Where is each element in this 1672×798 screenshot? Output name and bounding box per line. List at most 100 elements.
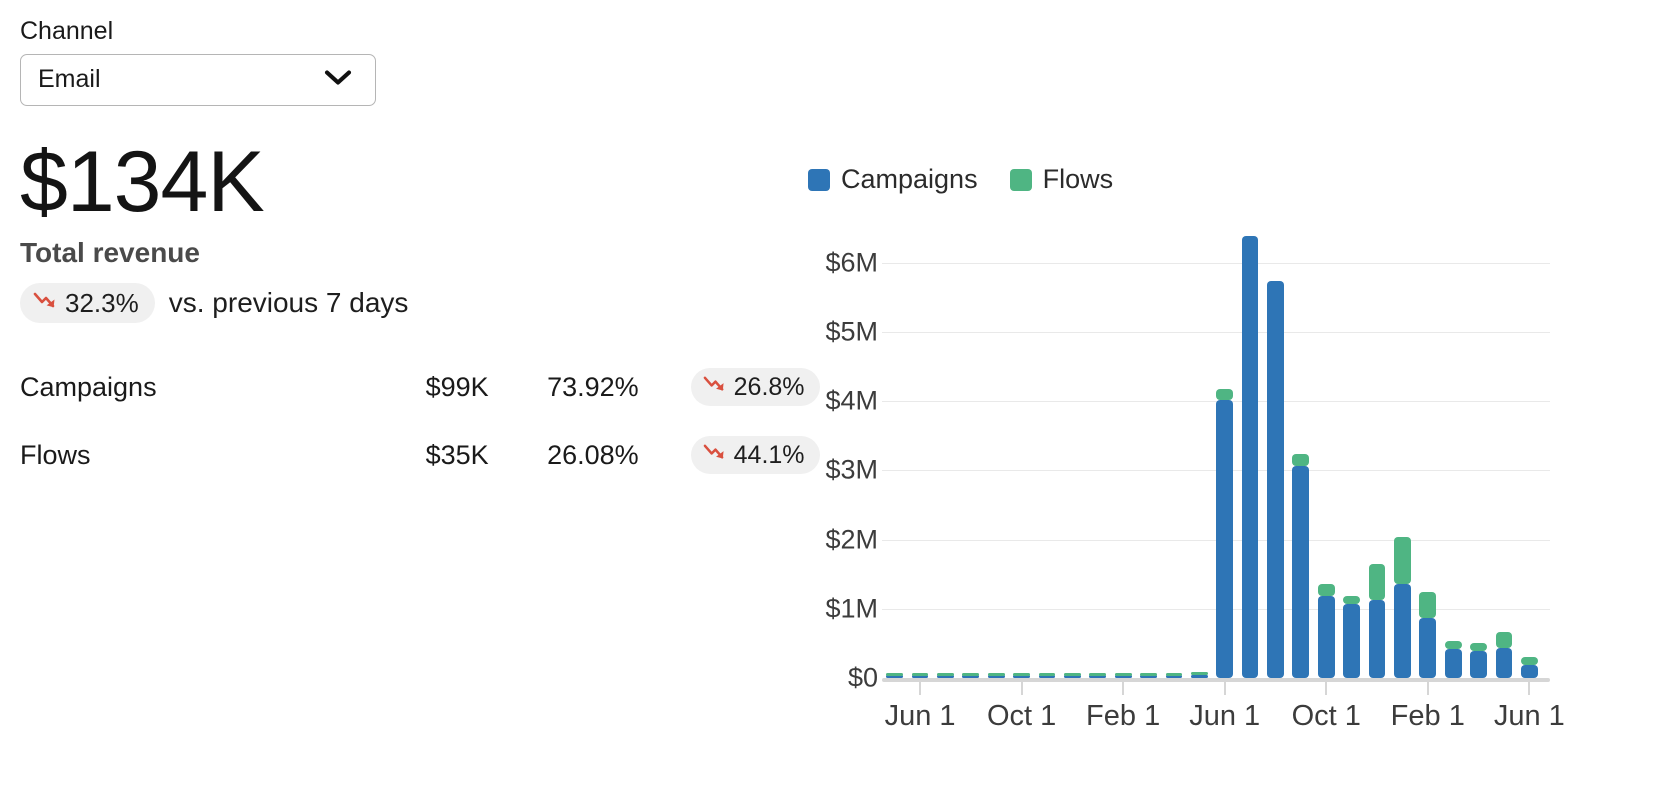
chart-bar[interactable]: [1369, 564, 1386, 678]
legend-item-flows[interactable]: Flows: [1010, 164, 1114, 195]
channel-select-value: Email: [21, 65, 101, 94]
chart-bar-segment-flows: [962, 673, 979, 676]
total-revenue-delta: 32.3%: [65, 288, 139, 319]
chart-bar-segment-flows: [1292, 454, 1309, 466]
x-axis-tick-label: Feb 1: [1086, 700, 1160, 733]
legend-item-campaigns[interactable]: Campaigns: [808, 164, 978, 195]
chart-bar-segment-flows: [1216, 389, 1233, 400]
chart-bar[interactable]: [1343, 596, 1360, 678]
chart-bars: [882, 228, 1542, 678]
x-axis-tick-mark: [1224, 682, 1226, 695]
breakdown-amount: $99K: [386, 372, 489, 403]
breakdown-delta: 26.8%: [734, 373, 805, 402]
total-revenue-label: Total revenue: [20, 237, 820, 269]
x-axis-tick-mark: [919, 682, 921, 695]
y-axis-tick-label: $2M: [825, 524, 878, 555]
chart-bar-segment-flows: [1521, 657, 1538, 665]
breakdown-amount: $35K: [386, 440, 489, 471]
chart-bar[interactable]: [1292, 454, 1309, 678]
chart-bar-segment-campaigns: [1369, 600, 1386, 678]
chart-bar[interactable]: [1216, 389, 1233, 678]
chart-bar-segment-flows: [1140, 673, 1157, 676]
chart-bar[interactable]: [1470, 643, 1487, 678]
chart-bar-segment-campaigns: [1496, 648, 1513, 678]
x-axis-tick-mark: [1325, 682, 1327, 695]
y-axis: $6M$5M$4M$3M$2M$1M$0: [800, 228, 878, 678]
table-row: Flows $35K 26.08% 44.1%: [20, 421, 820, 489]
trend-down-arrow-icon: [702, 441, 727, 469]
channel-select[interactable]: Email: [20, 54, 376, 106]
chart-bar-segment-flows: [1089, 673, 1106, 676]
chart-bar[interactable]: [1419, 592, 1436, 678]
chart-bar-segment-flows: [988, 673, 1005, 676]
status-badge: 32.3%: [20, 283, 155, 323]
chevron-down-icon: [323, 67, 353, 92]
breakdown-delta-cell: 44.1%: [639, 436, 820, 474]
chart-bar-segment-flows: [1064, 673, 1081, 676]
x-axis-tick-label: Jun 1: [1494, 700, 1565, 733]
legend-label-campaigns: Campaigns: [841, 164, 978, 195]
summary-panel: Channel Email $134K Total revenue 32.3%: [20, 18, 820, 488]
chart-bar-segment-campaigns: [1445, 649, 1462, 678]
x-axis-ticks: [882, 682, 1542, 696]
x-axis-tick-label: Feb 1: [1391, 700, 1465, 733]
chart-bar-segment-campaigns: [1419, 618, 1436, 678]
breakdown-name: Flows: [20, 440, 386, 471]
chart-bar-segment-flows: [1166, 673, 1183, 676]
chart-bar-segment-flows: [1039, 673, 1056, 676]
total-revenue-value: $134K: [20, 142, 820, 224]
chart-bar-segment-flows: [1419, 592, 1436, 618]
y-axis-tick-label: $6M: [825, 247, 878, 278]
chart-bar[interactable]: [1318, 584, 1335, 678]
chart-bar-segment-campaigns: [1216, 400, 1233, 678]
x-axis-tick-label: Jun 1: [885, 700, 956, 733]
breakdown-table: Campaigns $99K 73.92% 26.8%: [20, 353, 820, 489]
chart-bar-segment-flows: [1115, 673, 1132, 676]
chart-bar-segment-flows: [1445, 641, 1462, 649]
revenue-dashboard-panel: Channel Email $134K Total revenue 32.3%: [0, 0, 1672, 798]
y-axis-tick-label: $0: [848, 663, 878, 694]
chart-bar-segment-flows: [1191, 672, 1208, 675]
y-axis-tick-label: $3M: [825, 455, 878, 486]
chart-bar[interactable]: [1496, 632, 1513, 678]
x-axis-tick-mark: [1021, 682, 1023, 695]
chart-bar[interactable]: [1445, 641, 1462, 678]
breakdown-share: 26.08%: [489, 440, 639, 471]
chart-bar-segment-flows: [1013, 673, 1030, 676]
chart-legend: Campaigns Flows: [808, 164, 1113, 195]
chart-bar-segment-campaigns: [1470, 651, 1487, 678]
chart-bar[interactable]: [1267, 281, 1284, 678]
breakdown-delta-cell: 26.8%: [639, 368, 820, 406]
chart-bar-segment-flows: [912, 673, 929, 676]
chart-bar[interactable]: [1394, 537, 1411, 678]
chart-bar-segment-flows: [1318, 584, 1335, 596]
legend-swatch-flows: [1010, 169, 1032, 191]
chart-bar-segment-flows: [1470, 643, 1487, 651]
y-axis-tick-label: $5M: [825, 316, 878, 347]
revenue-chart: Campaigns Flows $6M $5M $4M $3M $2M $1M $0 Jun…: [800, 150, 1650, 760]
chart-bar[interactable]: [1521, 657, 1538, 678]
x-axis-tick-mark: [1122, 682, 1124, 695]
breakdown-share: 73.92%: [489, 372, 639, 403]
trend-down-arrow-icon: [702, 373, 727, 401]
chart-bar-segment-campaigns: [1267, 281, 1284, 678]
x-axis-tick-label: Jun 1: [1189, 700, 1260, 733]
chart-bar-segment-flows: [1369, 564, 1386, 600]
chart-bar-segment-flows: [1496, 632, 1513, 649]
chart-bar-segment-flows: [1394, 537, 1411, 584]
chart-bar-segment-campaigns: [1394, 584, 1411, 678]
chart-bar-segment-flows: [1343, 596, 1360, 604]
y-axis-tick-label: $4M: [825, 386, 878, 417]
legend-label-flows: Flows: [1043, 164, 1114, 195]
comparison-label: vs. previous 7 days: [169, 287, 409, 319]
channel-filter-label: Channel: [20, 18, 820, 46]
y-axis-tick-label: $1M: [825, 593, 878, 624]
x-axis-tick-mark: [1528, 682, 1530, 695]
breakdown-delta: 44.1%: [734, 441, 805, 470]
chart-bar[interactable]: [1242, 236, 1259, 678]
chart-plot-area: $6M$5M$4M$3M$2M$1M$0 Jun 1Oct 1Feb 1Jun …: [800, 228, 1650, 748]
chart-bar-segment-campaigns: [1318, 596, 1335, 678]
chart-bar-segment-campaigns: [1292, 466, 1309, 678]
total-revenue-delta-row: 32.3% vs. previous 7 days: [20, 283, 820, 323]
trend-down-arrow-icon: [32, 289, 58, 318]
